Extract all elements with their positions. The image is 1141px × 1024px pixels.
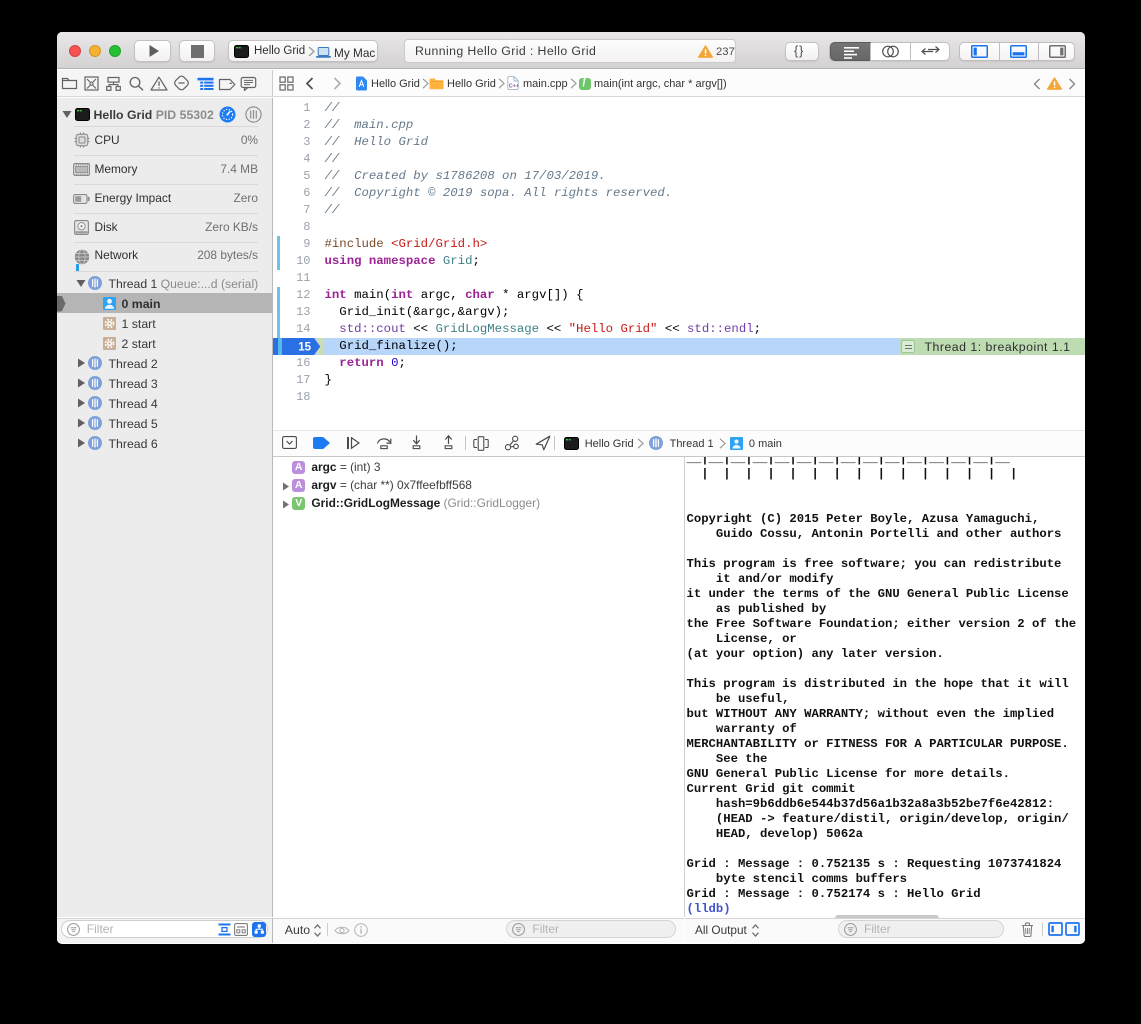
svg-text:C++: C++	[509, 83, 519, 89]
